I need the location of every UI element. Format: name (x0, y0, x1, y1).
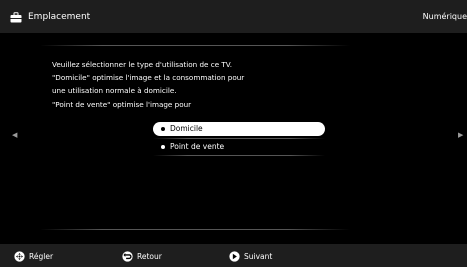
description-text: Veuillez sélectionner le type d'utilisat… (52, 58, 322, 111)
option-label: Domicile (170, 124, 203, 133)
option-point-de-vente[interactable]: Point de vente (153, 140, 325, 154)
footer-item-retour[interactable]: Retour (122, 250, 162, 262)
toolbox-icon (10, 11, 22, 22)
footer-label: Retour (137, 251, 162, 261)
right-arrow-icon[interactable]: ▶ (458, 131, 463, 139)
left-arrow-icon[interactable]: ◀ (12, 131, 17, 139)
option-label: Point de vente (170, 142, 225, 151)
footer-item-suivant[interactable]: Suivant (229, 250, 272, 262)
description-line: Veuillez sélectionner le type d'utilisat… (52, 60, 233, 69)
footer-item-regler[interactable]: Régler (14, 250, 53, 262)
option-domicile[interactable]: Domicile (153, 122, 325, 136)
bottom-divider (40, 229, 350, 230)
option-divider (153, 155, 325, 156)
next-icon (229, 250, 240, 262)
dpad-icon (14, 250, 25, 262)
signal-type-label: Numérique (422, 12, 467, 21)
back-icon (122, 250, 133, 262)
description-line: une utilisation normale à domicile. (52, 86, 177, 96)
description-line: "Point de vente" optimise l'image pour (52, 99, 192, 109)
bullet-icon (161, 127, 165, 131)
header-title-group: Emplacement (10, 9, 90, 25)
page-title: Emplacement (28, 12, 91, 22)
option-divider (153, 138, 325, 139)
footer-label: Suivant (244, 251, 273, 261)
footer-bar: Régler Retour Suivant (0, 244, 467, 267)
bullet-icon (161, 145, 165, 149)
footer-label: Régler (29, 251, 54, 261)
description-line: "Domicile" optimise l'image et la consom… (52, 73, 245, 83)
top-divider (40, 45, 350, 46)
header-bar: Emplacement Numérique (0, 0, 467, 33)
